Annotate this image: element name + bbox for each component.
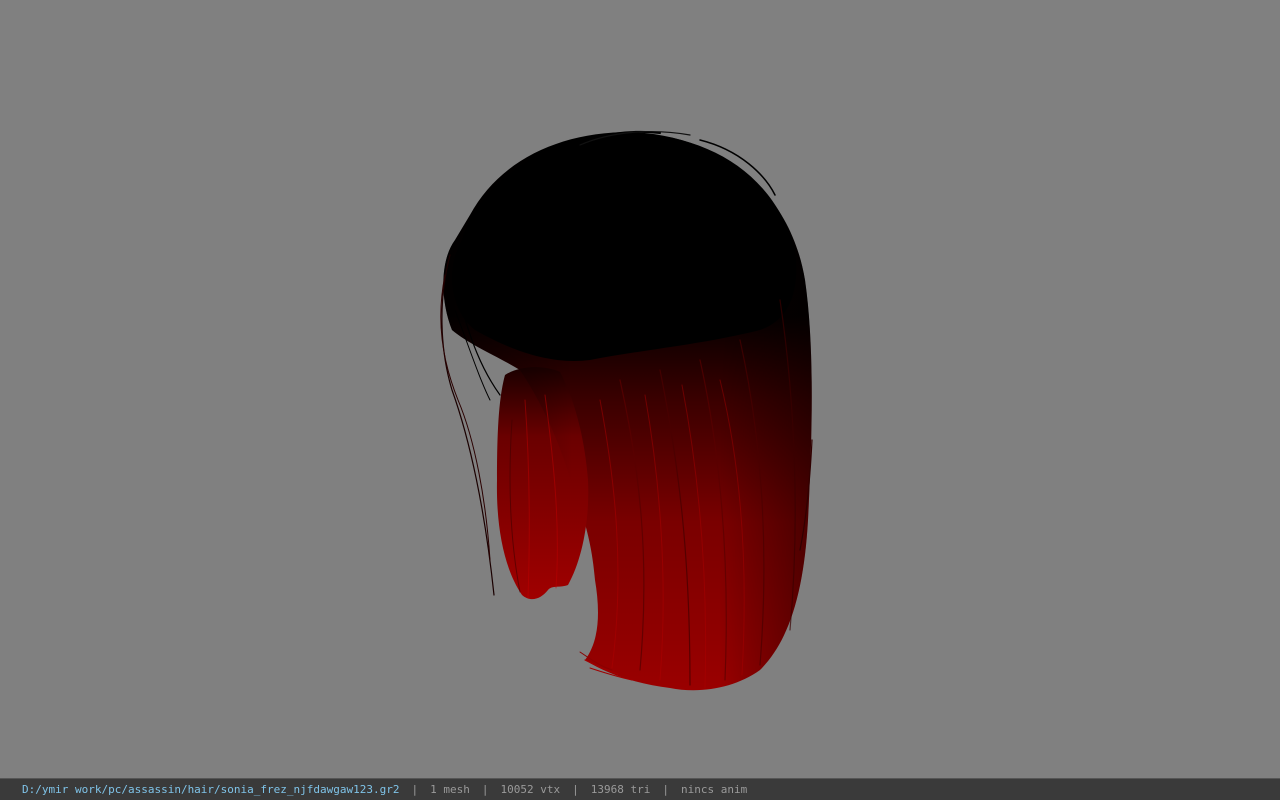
file-path: D:/ymir work/pc/assassin/hair/sonia_frez… [22, 783, 400, 796]
hair-model[interactable] [0, 0, 1280, 778]
separator: | [481, 783, 489, 796]
separator: | [572, 783, 579, 796]
separator: | [662, 783, 669, 796]
vertex-count: 10052 vtx [500, 783, 561, 796]
3d-viewport[interactable] [0, 0, 1280, 778]
separator: | [411, 783, 419, 796]
triangle-count: 13968 tri [590, 783, 651, 796]
status-bar: D:/ymir work/pc/assassin/hair/sonia_frez… [0, 778, 1280, 800]
mesh-count: 1 mesh [430, 783, 470, 796]
animation-status: nincs anim [680, 783, 748, 796]
hair-side-shade [443, 132, 812, 691]
